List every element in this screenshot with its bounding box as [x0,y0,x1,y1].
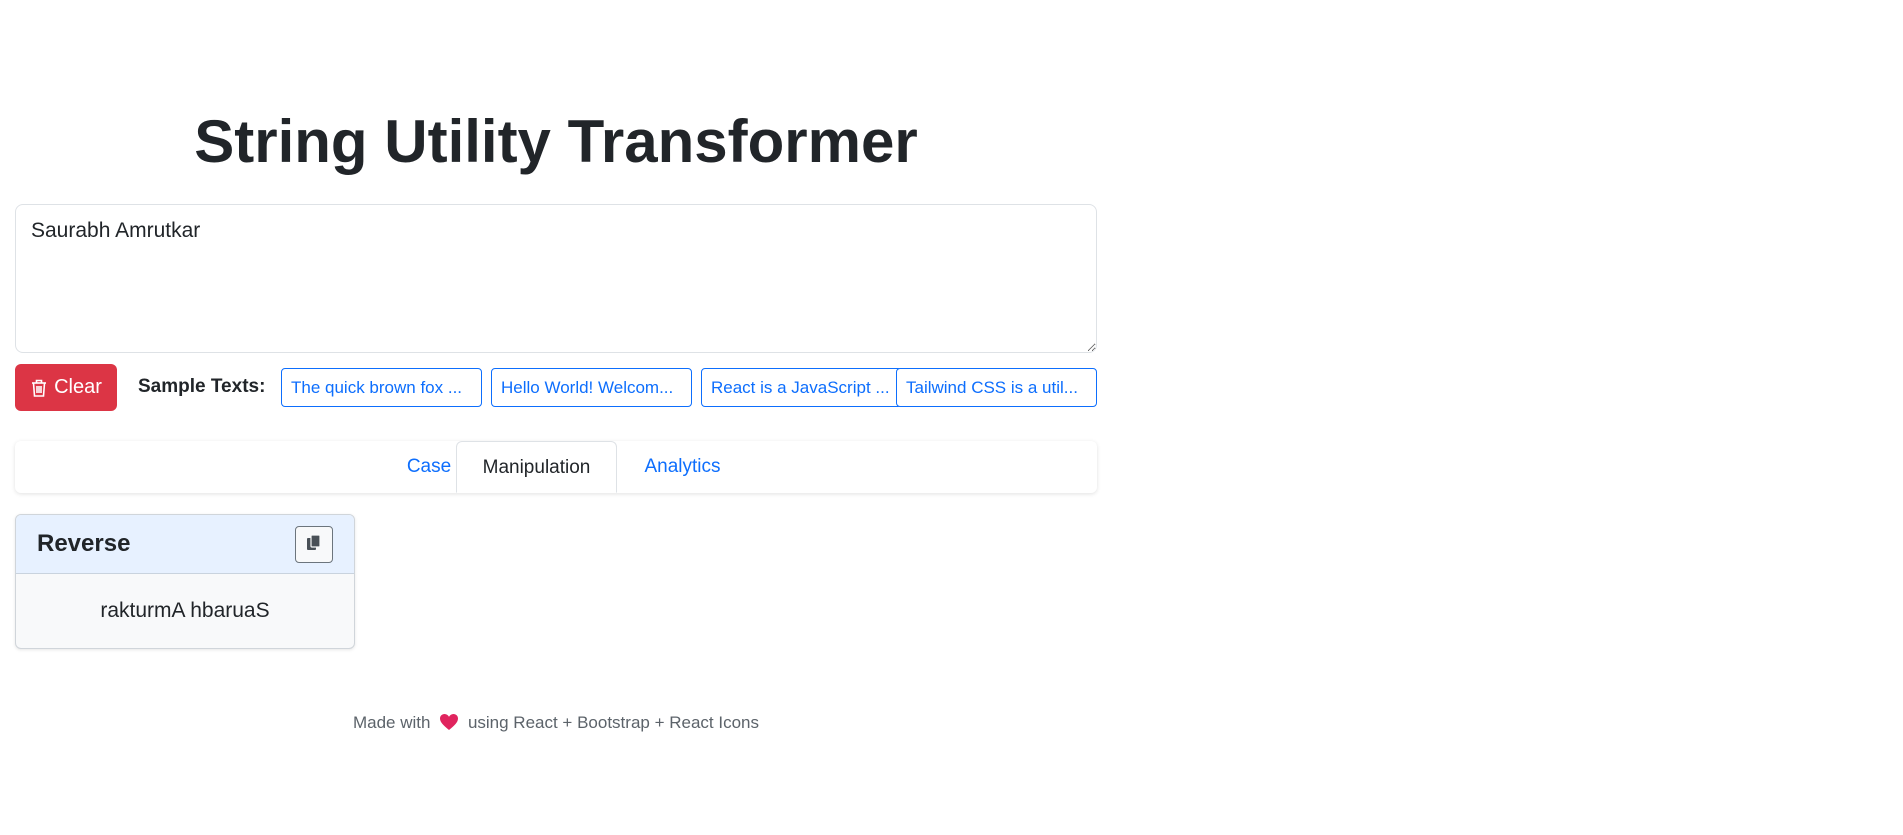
tabs-bar: Case Manipulation Analytics [15,441,1097,493]
copy-icon [306,534,322,555]
copy-button[interactable] [295,526,333,563]
tab-manipulation[interactable]: Manipulation [456,441,617,493]
page-title: String Utility Transformer [194,108,918,175]
footer-prefix: Made with [352,713,431,732]
result-card-title: Reverse [37,530,131,557]
footer-suffix: using React + Bootstrap + React Icons [467,713,759,732]
trash-icon [30,378,48,398]
sample-button-2[interactable]: Hello World! Welcom... [491,368,692,407]
sample-texts-label: Sample Texts: [138,376,266,397]
text-input[interactable] [15,204,1097,353]
footer: Made with using React + Bootstrap + Reac… [15,713,1097,736]
result-card-value: rakturmA hbaruaS [100,599,270,622]
tab-analytics[interactable]: Analytics [635,441,730,493]
clear-button[interactable]: Clear [15,364,117,411]
result-card-header: Reverse [16,515,354,574]
clear-button-label: Clear [54,376,102,398]
sample-button-1[interactable]: The quick brown fox ... [281,368,482,407]
sample-button-4[interactable]: Tailwind CSS is a util... [896,368,1097,407]
heart-icon [439,713,459,736]
controls-row: Clear Sample Texts: The quick brown fox … [15,364,1097,411]
sample-button-3[interactable]: React is a JavaScript ... [701,368,902,407]
result-card-reverse: Reverse rakturmA hbaruaS [15,514,355,649]
